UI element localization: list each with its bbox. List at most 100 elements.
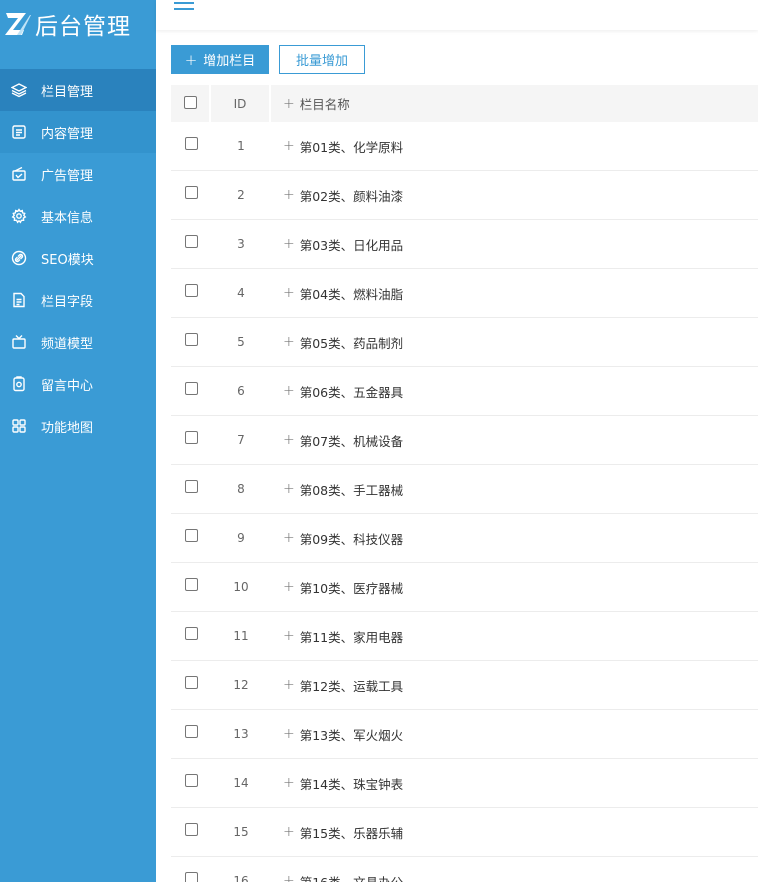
row-checkbox[interactable] [184, 871, 198, 882]
row-name[interactable]: 第16类、文具办公 [300, 872, 403, 882]
row-checkbox[interactable] [184, 381, 198, 395]
expand-row-icon[interactable]: + [283, 530, 295, 546]
sidebar-item-function-map[interactable]: 功能地图 [0, 405, 156, 447]
table-row: 4 + 第04类、燃料油脂 [171, 269, 758, 318]
row-checkbox[interactable] [184, 528, 198, 542]
sidebar-item-seo[interactable]: SEO模块 [0, 237, 156, 279]
row-name-cell: + 第12类、运载工具 [271, 661, 758, 709]
row-name[interactable]: 第05类、药品制剂 [300, 333, 403, 352]
row-checkbox[interactable] [184, 430, 198, 444]
expand-row-icon[interactable]: + [283, 432, 295, 448]
gear-icon [11, 208, 27, 224]
row-checkbox[interactable] [184, 479, 198, 493]
row-name[interactable]: 第02类、颜料油漆 [300, 186, 403, 205]
expand-row-icon[interactable]: + [283, 628, 295, 644]
row-name[interactable]: 第09类、科技仪器 [300, 529, 403, 548]
expand-row-icon[interactable]: + [283, 726, 295, 742]
expand-row-icon[interactable]: + [283, 481, 295, 497]
table-row: 10 + 第10类、医疗器械 [171, 563, 758, 612]
row-name-cell: + 第13类、军火烟火 [271, 710, 758, 758]
table-row: 11 + 第11类、家用电器 [171, 612, 758, 661]
header-id: ID [211, 85, 271, 122]
row-check-cell [171, 465, 211, 513]
row-checkbox[interactable] [184, 234, 198, 248]
add-column-button[interactable]: + 增加栏目 [171, 45, 269, 74]
row-name-cell: + 第07类、机械设备 [271, 416, 758, 464]
sidebar-item-label: 留言中心 [41, 378, 94, 394]
batch-add-button[interactable]: 批量增加 [279, 45, 365, 74]
row-checkbox[interactable] [184, 724, 198, 738]
sidebar-item-content-management[interactable]: 内容管理 [0, 111, 156, 153]
row-name-cell: + 第08类、手工器械 [271, 465, 758, 513]
row-id: 15 [233, 825, 249, 839]
table-row: 1 + 第01类、化学原料 [171, 122, 758, 171]
sidebar-item-column-fields[interactable]: 栏目字段 [0, 279, 156, 321]
row-checkbox[interactable] [184, 185, 198, 199]
row-name[interactable]: 第10类、医疗器械 [300, 578, 403, 597]
row-check-cell [171, 514, 211, 562]
expand-row-icon[interactable]: + [283, 775, 295, 791]
expand-row-icon[interactable]: + [283, 334, 295, 350]
row-check-cell [171, 661, 211, 709]
row-checkbox[interactable] [184, 675, 198, 689]
table-row: 7 + 第07类、机械设备 [171, 416, 758, 465]
sidebar-item-basic-info[interactable]: 基本信息 [0, 195, 156, 237]
sidebar-item-channel-model[interactable]: 频道模型 [0, 321, 156, 363]
menu-toggle-icon[interactable] [174, 2, 194, 16]
expand-row-icon[interactable]: + [283, 677, 295, 693]
row-name-cell: + 第10类、医疗器械 [271, 563, 758, 611]
logo-z-icon [5, 13, 31, 35]
row-name[interactable]: 第11类、家用电器 [300, 627, 403, 646]
row-check-cell [171, 171, 211, 219]
row-check-cell [171, 122, 211, 170]
expand-row-icon[interactable]: + [283, 383, 295, 399]
row-checkbox[interactable] [184, 283, 198, 297]
expand-row-icon[interactable]: + [283, 236, 295, 252]
row-name[interactable]: 第04类、燃料油脂 [300, 284, 403, 303]
row-checkbox[interactable] [184, 626, 198, 640]
row-name[interactable]: 第01类、化学原料 [300, 137, 403, 156]
table-row: 5 + 第05类、药品制剂 [171, 318, 758, 367]
row-check-cell [171, 759, 211, 807]
sidebar-item-label: 内容管理 [41, 126, 94, 142]
sidebar-item-message-center[interactable]: 留言中心 [0, 363, 156, 405]
logo[interactable]: 后台管理 [0, 0, 156, 48]
row-name-cell: + 第16类、文具办公 [271, 857, 758, 882]
table-row: 14 + 第14类、珠宝钟表 [171, 759, 758, 808]
expand-row-icon[interactable]: + [283, 138, 295, 154]
expand-all-icon[interactable]: + [283, 96, 295, 112]
row-checkbox[interactable] [184, 773, 198, 787]
row-name[interactable]: 第08类、手工器械 [300, 480, 403, 499]
row-checkbox[interactable] [184, 332, 198, 346]
expand-row-icon[interactable]: + [283, 824, 295, 840]
expand-row-icon[interactable]: + [283, 579, 295, 595]
table-row: 15 + 第15类、乐器乐辅 [171, 808, 758, 857]
sidebar-item-column-management[interactable]: 栏目管理 [0, 69, 156, 111]
table-row: 2 + 第02类、颜料油漆 [171, 171, 758, 220]
row-checkbox[interactable] [184, 136, 198, 150]
row-name[interactable]: 第13类、军火烟火 [300, 725, 403, 744]
row-check-cell [171, 318, 211, 366]
row-id: 3 [237, 237, 245, 251]
row-name[interactable]: 第06类、五金器具 [300, 382, 403, 401]
sidebar-item-ad-management[interactable]: 广告管理 [0, 153, 156, 195]
row-name[interactable]: 第03类、日化用品 [300, 235, 403, 254]
top-bar [156, 0, 758, 30]
row-name[interactable]: 第07类、机械设备 [300, 431, 403, 450]
link-icon [11, 250, 27, 266]
table-row: 3 + 第03类、日化用品 [171, 220, 758, 269]
expand-row-icon[interactable]: + [283, 873, 295, 882]
header-check-cell [171, 85, 211, 122]
row-name[interactable]: 第14类、珠宝钟表 [300, 774, 403, 793]
row-id: 1 [237, 139, 245, 153]
row-name[interactable]: 第12类、运载工具 [300, 676, 403, 695]
row-name[interactable]: 第15类、乐器乐辅 [300, 823, 403, 842]
row-checkbox[interactable] [184, 577, 198, 591]
select-all-checkbox[interactable] [183, 95, 197, 109]
expand-row-icon[interactable]: + [283, 285, 295, 301]
row-name-cell: + 第04类、燃料油脂 [271, 269, 758, 317]
row-id: 16 [233, 874, 249, 882]
row-checkbox[interactable] [184, 822, 198, 836]
expand-row-icon[interactable]: + [283, 187, 295, 203]
table-row: 13 + 第13类、军火烟火 [171, 710, 758, 759]
